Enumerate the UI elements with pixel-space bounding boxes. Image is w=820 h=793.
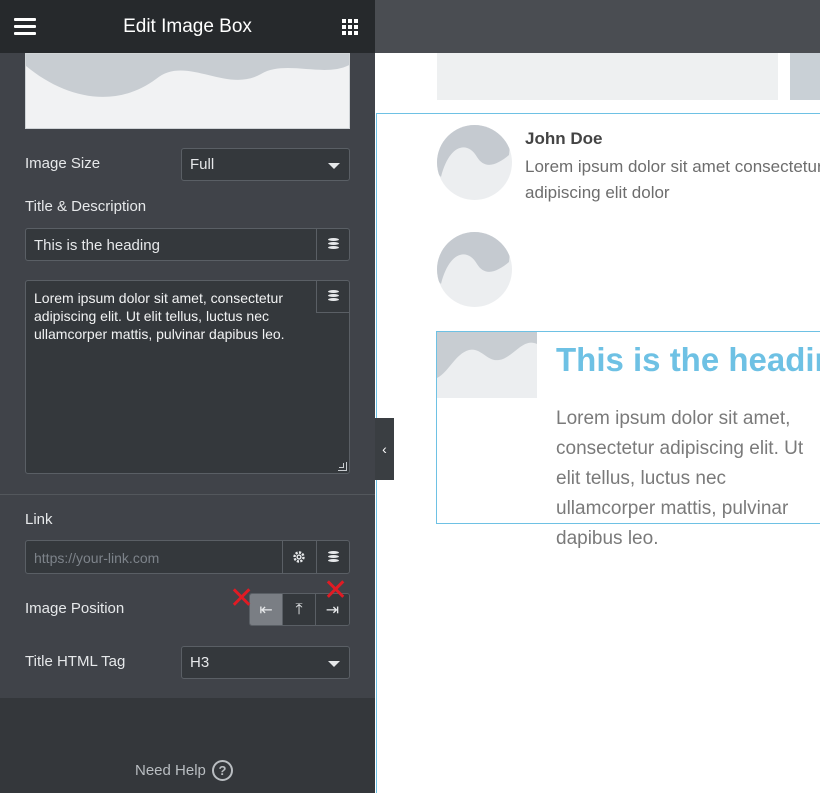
avatar[interactable]: [437, 125, 512, 200]
resize-handle[interactable]: [338, 462, 347, 471]
title-dynamic-button[interactable]: [316, 228, 349, 261]
position-top-button[interactable]: ⤒: [283, 594, 316, 625]
link-label: Link: [25, 511, 53, 528]
apps-grid-icon[interactable]: [342, 19, 358, 35]
question-circle-icon[interactable]: ?: [212, 760, 233, 781]
image-position-label: Image Position: [25, 600, 125, 617]
avatar[interactable]: [437, 232, 512, 307]
link-options-button[interactable]: [282, 541, 315, 573]
collapse-panel-button[interactable]: ‹: [375, 418, 394, 480]
title-html-tag-label: Title HTML Tag: [25, 653, 126, 670]
image-size-label: Image Size: [25, 155, 101, 172]
editor-panel: Edit Image Box Image Size Full Title & D…: [0, 0, 375, 793]
database-icon: [327, 238, 339, 251]
panel-title: Edit Image Box: [123, 16, 252, 37]
testimonial-text: Lorem ipsum dolor sit amet consectetur a…: [525, 157, 820, 202]
title-input-value: This is the heading: [34, 237, 160, 254]
title-html-tag-value: H3: [190, 654, 210, 671]
red-x-mark-icon: ✕: [229, 582, 255, 615]
description-value: Lorem ipsum dolor sit amet, consectetur …: [34, 290, 285, 342]
image-size-select[interactable]: Full: [181, 148, 350, 181]
image-preview[interactable]: [25, 53, 350, 129]
red-x-mark-icon: ✕: [323, 574, 349, 607]
database-icon: [327, 290, 339, 303]
chevron-down-icon: [328, 661, 340, 667]
image-box-image[interactable]: [437, 332, 537, 398]
description-dynamic-button[interactable]: [316, 281, 349, 313]
canvas-image[interactable]: [437, 53, 778, 100]
image-size-value: Full: [190, 156, 215, 173]
panel-header: Edit Image Box: [0, 0, 375, 53]
canvas-image-secondary[interactable]: [790, 53, 820, 100]
link-dynamic-button[interactable]: [316, 541, 349, 573]
database-icon: [327, 550, 339, 564]
chevron-left-icon: ‹: [382, 441, 387, 457]
image-box-text: Lorem ipsum dolor sit amet, consectetur …: [556, 408, 804, 549]
section-divider: [0, 494, 375, 495]
description-textarea[interactable]: Lorem ipsum dolor sit amet, consectetur …: [25, 280, 350, 474]
need-help-link[interactable]: Need Help: [135, 762, 206, 779]
canvas-topbar: [375, 0, 820, 53]
title-html-tag-select[interactable]: H3: [181, 646, 350, 679]
align-left-icon: ⇤: [259, 601, 273, 619]
gear-icon: [293, 551, 305, 563]
title-description-label: Title & Description: [25, 198, 147, 215]
chevron-down-icon: [328, 163, 340, 169]
image-box-heading: This is the heading: [556, 341, 820, 378]
align-top-icon: ⤒: [295, 600, 303, 618]
title-input[interactable]: This is the heading: [25, 228, 350, 261]
position-left-button[interactable]: ⇤: [250, 594, 283, 625]
link-placeholder: https://your-link.com: [34, 550, 160, 566]
testimonial-name: John Doe: [525, 129, 603, 148]
